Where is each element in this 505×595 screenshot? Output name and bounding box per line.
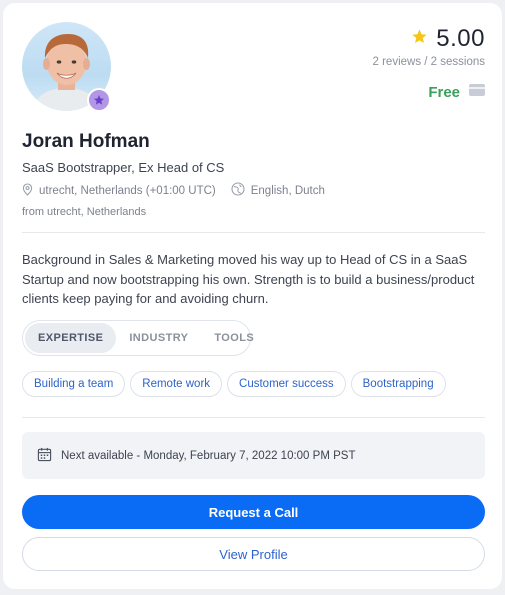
tab-industry[interactable]: INDUSTRY (116, 323, 201, 353)
rating: 5.00 (411, 25, 485, 53)
avatar[interactable] (22, 22, 114, 114)
location-pin-icon (22, 182, 33, 199)
location-language-row: utrecht, Netherlands (+01:00 UTC) Englis… (22, 182, 340, 199)
view-profile-button[interactable]: View Profile (22, 537, 485, 571)
tag-remote-work[interactable]: Remote work (130, 371, 223, 397)
tag-bootstrapping[interactable]: Bootstrapping (350, 371, 446, 397)
star-icon (411, 28, 428, 50)
card-icon (469, 83, 485, 101)
next-availability: Next available - Monday, February 7, 202… (22, 432, 485, 479)
mentor-name[interactable]: Joran Hofman (22, 131, 150, 153)
divider (22, 417, 485, 418)
tag-customer-success[interactable]: Customer success (227, 371, 346, 397)
price: Free (428, 83, 485, 101)
rating-value: 5.00 (436, 25, 485, 52)
tab-tools[interactable]: TOOLS (201, 323, 267, 353)
calendar-icon (37, 447, 52, 465)
tag-list: Building a team Remote work Customer suc… (22, 371, 446, 397)
category-tabs: EXPERTISE INDUSTRY TOOLS (22, 320, 254, 356)
mentor-headline: SaaS Bootstrapper, Ex Head of CS (22, 160, 225, 175)
mentor-card: 5.00 2 reviews / 2 sessions Free Joran H… (3, 3, 502, 589)
availability-text: Next available - Monday, February 7, 202… (61, 449, 356, 462)
globe-icon (231, 182, 245, 199)
reviews-sessions-count: 2 reviews / 2 sessions (372, 56, 486, 68)
location-text: utrecht, Netherlands (+01:00 UTC) (39, 184, 216, 197)
divider (22, 232, 485, 233)
language-info: English, Dutch (231, 182, 325, 199)
location-info: utrecht, Netherlands (+01:00 UTC) (22, 182, 216, 199)
badge-star-icon (87, 88, 111, 112)
tag-building-a-team[interactable]: Building a team (22, 371, 126, 397)
from-location: from utrecht, Netherlands (22, 206, 147, 218)
mentor-bio: Background in Sales & Marketing moved hi… (22, 252, 475, 306)
request-call-button[interactable]: Request a Call (22, 495, 485, 529)
price-label: Free (428, 83, 460, 101)
languages-text: English, Dutch (250, 184, 325, 197)
tab-expertise[interactable]: EXPERTISE (25, 323, 117, 353)
